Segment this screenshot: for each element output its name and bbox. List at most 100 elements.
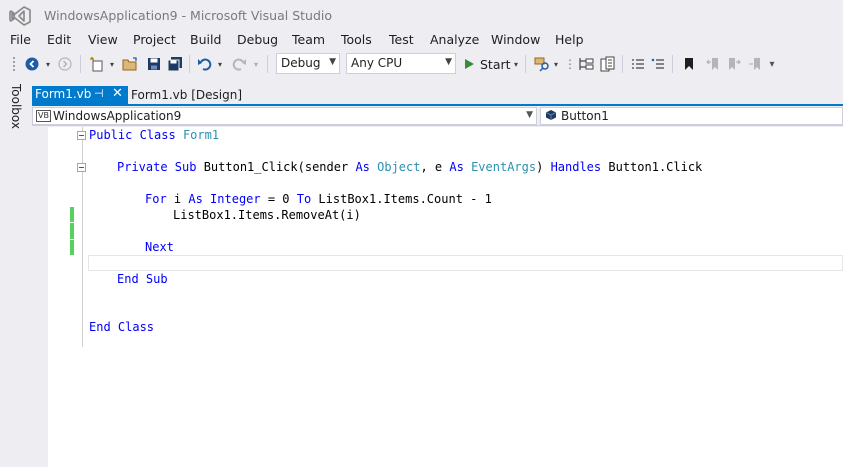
solution-configuration-value: Debug bbox=[281, 56, 321, 70]
next-bookmark-icon[interactable] bbox=[726, 56, 742, 72]
toolbar-separator bbox=[189, 55, 190, 73]
code-text: ListBox1.Items.RemoveAt(i) bbox=[173, 208, 361, 222]
change-indicator bbox=[70, 240, 74, 255]
new-project-icon[interactable] bbox=[88, 56, 106, 72]
toolbar-grip[interactable] bbox=[12, 56, 16, 73]
menu-project[interactable]: Project bbox=[133, 32, 176, 47]
toolbar-overflow-icon[interactable]: ▾ bbox=[768, 56, 776, 72]
start-dropdown-icon[interactable]: ▾ bbox=[512, 56, 520, 72]
code-line-3: For i As Integer = 0 To ListBox1.Items.C… bbox=[145, 192, 492, 206]
keyword: End Sub bbox=[117, 272, 168, 286]
visual-studio-logo-icon bbox=[9, 6, 31, 26]
menu-view[interactable]: View bbox=[88, 32, 118, 47]
menu-window[interactable]: Window bbox=[491, 32, 540, 47]
code-text: Button1.Click bbox=[601, 160, 703, 174]
save-all-icon[interactable] bbox=[166, 56, 184, 72]
keyword: Private Sub bbox=[117, 160, 197, 174]
code-line-7: End Class bbox=[89, 320, 154, 334]
tab-label: Form1.vb bbox=[35, 87, 92, 101]
type-name: Object bbox=[377, 160, 421, 174]
chevron-down-icon: ▼ bbox=[445, 57, 452, 67]
menu-bar: File Edit View Project Build Debug Team … bbox=[0, 30, 843, 50]
project-dropdown[interactable]: VB WindowsApplication9 ▼ bbox=[32, 107, 537, 125]
menu-tools[interactable]: Tools bbox=[341, 32, 372, 47]
new-project-dropdown-icon[interactable]: ▾ bbox=[108, 56, 116, 72]
code-line-5: Next bbox=[145, 240, 174, 254]
start-icon[interactable] bbox=[462, 56, 476, 72]
type-name: Form1 bbox=[182, 128, 220, 142]
navigate-forward-icon[interactable] bbox=[56, 56, 74, 72]
find-dropdown-icon[interactable]: ▾ bbox=[552, 56, 560, 72]
menu-team[interactable]: Team bbox=[292, 32, 325, 47]
previous-bookmark-icon[interactable] bbox=[705, 56, 721, 72]
type-name: EventArgs bbox=[471, 160, 537, 174]
start-button[interactable]: Start bbox=[480, 56, 511, 72]
keyword: As bbox=[355, 160, 370, 174]
find-in-files-icon[interactable] bbox=[533, 56, 551, 72]
code-text: ) bbox=[536, 160, 551, 174]
vb-project-icon: VB bbox=[36, 110, 51, 122]
close-icon[interactable]: ✕ bbox=[112, 86, 123, 101]
solution-platform-combo[interactable]: Any CPU ▼ bbox=[346, 53, 456, 74]
keyword: End Class bbox=[89, 320, 155, 334]
code-text: , e bbox=[420, 160, 450, 174]
menu-test[interactable]: Test bbox=[389, 32, 414, 47]
toolbar-separator bbox=[672, 55, 673, 73]
outline-collapse-icon[interactable] bbox=[77, 163, 86, 172]
toolbar-separator bbox=[80, 55, 81, 73]
toolbar-separator bbox=[267, 55, 268, 73]
previous-bookmark-in-folder-icon[interactable] bbox=[747, 56, 763, 72]
undo-icon[interactable] bbox=[196, 56, 214, 72]
save-icon[interactable] bbox=[146, 56, 162, 72]
menu-help[interactable]: Help bbox=[555, 32, 584, 47]
solution-configuration-combo[interactable]: Debug ▼ bbox=[276, 53, 340, 74]
back-dropdown-icon[interactable]: ▾ bbox=[44, 56, 52, 72]
chevron-down-icon: ▼ bbox=[526, 110, 533, 120]
menu-edit[interactable]: Edit bbox=[47, 32, 71, 47]
uncomment-lines-icon[interactable] bbox=[650, 56, 666, 72]
menu-analyze[interactable]: Analyze bbox=[430, 32, 479, 47]
project-dropdown-value: WindowsApplication9 bbox=[53, 109, 182, 123]
keyword: To bbox=[296, 192, 312, 206]
keyword: Next bbox=[145, 240, 174, 254]
toolbox-strip bbox=[0, 78, 32, 467]
navigation-bar: VB WindowsApplication9 ▼ Button1 bbox=[32, 106, 843, 126]
toolbox-tab[interactable]: Toolbox bbox=[9, 84, 23, 129]
undo-dropdown-icon[interactable]: ▾ bbox=[216, 56, 224, 72]
code-line-4: ListBox1.Items.RemoveAt(i) bbox=[173, 208, 361, 222]
menu-build[interactable]: Build bbox=[190, 32, 221, 47]
properties-window-icon[interactable] bbox=[599, 56, 617, 72]
comment-lines-icon[interactable] bbox=[630, 56, 646, 72]
bookmark-icon[interactable] bbox=[682, 56, 696, 72]
member-dropdown[interactable]: Button1 bbox=[540, 107, 843, 125]
keyword: For bbox=[145, 192, 167, 206]
member-dropdown-value: Button1 bbox=[561, 109, 609, 123]
keyword: Handles bbox=[550, 160, 602, 174]
keyword: As bbox=[449, 160, 464, 174]
tab-form1-vb[interactable]: Form1.vb ⊣ ✕ bbox=[32, 86, 128, 104]
outline-collapse-icon[interactable] bbox=[77, 131, 86, 140]
redo-icon[interactable] bbox=[230, 56, 248, 72]
code-line-1: Public Class Form1 bbox=[89, 128, 219, 142]
toolbar-separator bbox=[622, 55, 623, 73]
chevron-down-icon: ▼ bbox=[329, 57, 336, 67]
code-text: = 0 bbox=[260, 192, 297, 206]
code-line-2: Private Sub Button1_Click(sender As Obje… bbox=[117, 160, 702, 174]
toolbar-overflow-grip[interactable]: ⋮ bbox=[564, 56, 576, 72]
navigate-back-icon[interactable] bbox=[22, 56, 42, 72]
tab-form1-vb-design[interactable]: Form1.vb [Design] bbox=[131, 88, 242, 102]
title-bar: WindowsApplication9 - Microsoft Visual S… bbox=[0, 0, 843, 30]
keyword: Public Class bbox=[89, 128, 176, 142]
menu-debug[interactable]: Debug bbox=[237, 32, 278, 47]
redo-dropdown-icon[interactable]: ▾ bbox=[252, 56, 260, 72]
code-text: i bbox=[166, 192, 189, 206]
pin-icon[interactable]: ⊣ bbox=[94, 87, 104, 100]
menu-file[interactable]: File bbox=[10, 32, 31, 47]
keyword: As Integer bbox=[188, 192, 261, 206]
solution-explorer-icon[interactable] bbox=[577, 56, 595, 72]
editor-margin-line bbox=[82, 127, 83, 347]
open-file-icon[interactable] bbox=[121, 56, 139, 72]
control-icon bbox=[545, 109, 557, 124]
change-indicator bbox=[70, 207, 74, 222]
code-editor[interactable] bbox=[48, 127, 843, 467]
